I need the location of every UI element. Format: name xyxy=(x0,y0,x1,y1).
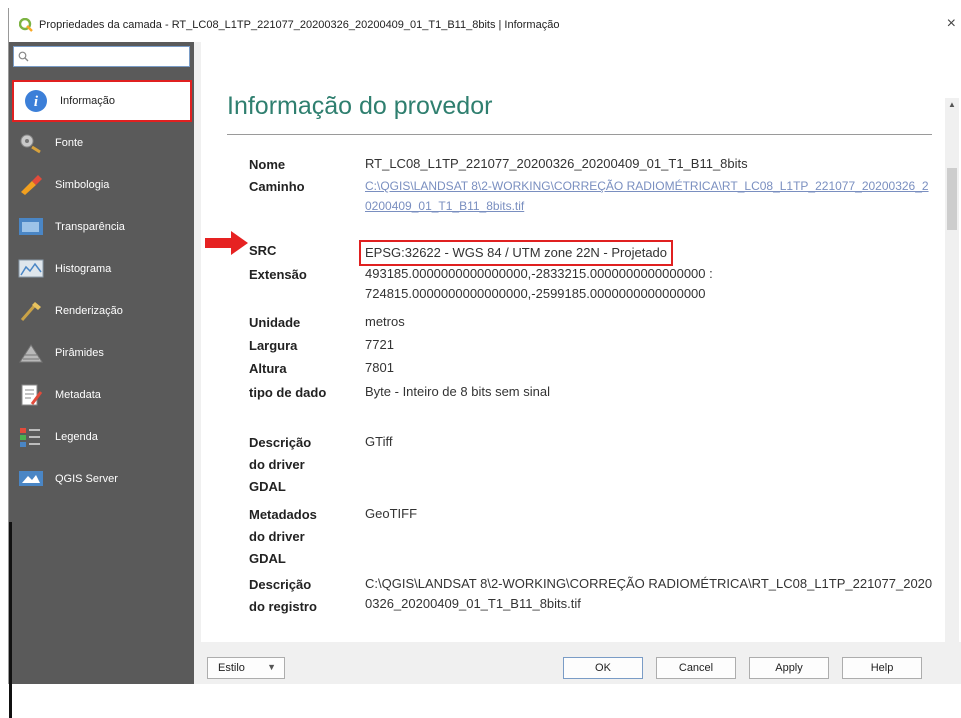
symbology-icon xyxy=(17,173,45,197)
sidebar-item-simbologia[interactable]: Simbologia xyxy=(9,164,194,206)
legend-icon xyxy=(17,425,45,449)
chevron-down-icon: ▼ xyxy=(267,662,276,672)
information-panel: Informação do provedor Nome RT_LC08_L1TP… xyxy=(201,42,961,678)
field-label: Unidade xyxy=(249,315,301,330)
field-value: GeoTIFF xyxy=(365,506,418,521)
pyramids-icon xyxy=(17,341,45,365)
vertical-scrollbar[interactable]: ▲ ▼ xyxy=(945,98,959,678)
sidebar-item-label: Simbologia xyxy=(55,179,110,191)
help-button[interactable]: Help xyxy=(842,657,922,679)
field-label: Extensão xyxy=(249,267,307,282)
sidebar-item-label: Fonte xyxy=(55,137,84,149)
field-value: GTiff xyxy=(365,434,393,449)
field-value: RT_LC08_L1TP_221077_20200326_20200409_01… xyxy=(365,156,748,171)
sidebar-item-metadata[interactable]: Metadata xyxy=(9,374,194,416)
search-icon xyxy=(18,51,29,62)
field-label: Altura xyxy=(249,361,287,376)
field-value: 7801 xyxy=(365,360,394,375)
ok-button[interactable]: OK xyxy=(563,657,643,679)
field-label: Descrição do registro xyxy=(249,577,317,614)
search-input[interactable] xyxy=(13,46,190,67)
sidebar-item-qgis-server[interactable]: QGIS Server xyxy=(9,458,194,500)
qgis-logo-icon xyxy=(19,18,33,32)
rendering-icon xyxy=(17,299,45,323)
field-label: Largura xyxy=(249,338,298,353)
dialog-footer: Estilo ▼ OK Cancel Apply Help xyxy=(201,650,961,684)
page-title: Informação do provedor xyxy=(227,92,493,120)
sidebar-item-renderizacao[interactable]: Renderização xyxy=(9,290,194,332)
info-icon: i xyxy=(22,89,50,113)
field-value: Byte - Inteiro de 8 bits sem sinal xyxy=(365,384,550,399)
field-label: Metadados do driver GDAL xyxy=(249,507,317,566)
scroll-up-icon[interactable]: ▲ xyxy=(948,100,956,109)
field-value: metros xyxy=(365,314,405,329)
sidebar-item-label: Transparência xyxy=(55,221,125,233)
src-value-highlight: EPSG:32622 - WGS 84 / UTM zone 22N - Pro… xyxy=(359,240,674,266)
sidebar-item-piramides[interactable]: Pirâmides xyxy=(9,332,194,374)
qgis-server-icon xyxy=(17,467,45,491)
sidebar-nav: i Informação Fonte Simbologia Transparên… xyxy=(9,80,194,500)
sidebar-item-label: Renderização xyxy=(55,305,123,317)
layer-properties-window: Propriedades da camada - RT_LC08_L1TP_22… xyxy=(8,8,961,718)
field-value: 493185.0000000000000000,-2833215.0000000… xyxy=(365,266,713,281)
sidebar-item-label: Pirâmides xyxy=(55,347,104,359)
histogram-icon xyxy=(17,257,45,281)
transparency-icon xyxy=(17,215,45,239)
field-label: SRC xyxy=(249,243,277,258)
field-label: Descrição do driver GDAL xyxy=(249,435,312,494)
sidebar-item-label: Metadata xyxy=(55,389,101,401)
close-icon[interactable]: × xyxy=(947,15,956,33)
sidebar-item-legenda[interactable]: Legenda xyxy=(9,416,194,458)
window-edge xyxy=(9,522,12,718)
sidebar-item-label: Legenda xyxy=(55,431,98,443)
title-divider xyxy=(227,134,932,135)
source-icon xyxy=(17,131,45,155)
metadata-icon xyxy=(17,383,45,407)
sidebar: i Informação Fonte Simbologia Transparên… xyxy=(9,42,194,718)
sidebar-item-transparencia[interactable]: Transparência xyxy=(9,206,194,248)
scrollbar-thumb[interactable] xyxy=(947,168,957,230)
window-title: Propriedades da camada - RT_LC08_L1TP_22… xyxy=(39,19,560,31)
information-page: Informação do provedor Nome RT_LC08_L1TP… xyxy=(213,42,933,642)
sidebar-item-histograma[interactable]: Histograma xyxy=(9,248,194,290)
field-value: 7721 xyxy=(365,337,394,352)
field-label: Caminho xyxy=(249,179,305,194)
field-value: 724815.0000000000000000,-2599185.0000000… xyxy=(365,286,706,301)
style-dropdown[interactable]: Estilo ▼ xyxy=(207,657,285,679)
sidebar-item-label: Histograma xyxy=(55,263,112,275)
cancel-button[interactable]: Cancel xyxy=(656,657,736,679)
title-bar: Propriedades da camada - RT_LC08_L1TP_22… xyxy=(9,8,961,42)
sidebar-item-fonte[interactable]: Fonte xyxy=(9,122,194,164)
style-dropdown-label: Estilo xyxy=(218,662,245,674)
sidebar-item-informacao[interactable]: i Informação xyxy=(12,80,192,122)
red-arrow-icon xyxy=(205,231,248,255)
sidebar-item-label: Informação xyxy=(60,95,116,107)
apply-button[interactable]: Apply xyxy=(749,657,829,679)
field-value: C:\QGIS\LANDSAT 8\2-WORKING\CORREÇÃO RAD… xyxy=(365,576,933,611)
field-label: tipo de dado xyxy=(249,385,327,400)
field-label: Nome xyxy=(249,157,286,172)
path-link[interactable]: C:\QGIS\LANDSAT 8\2-WORKING\CORREÇÃO RAD… xyxy=(365,176,935,216)
sidebar-item-label: QGIS Server xyxy=(55,473,118,485)
